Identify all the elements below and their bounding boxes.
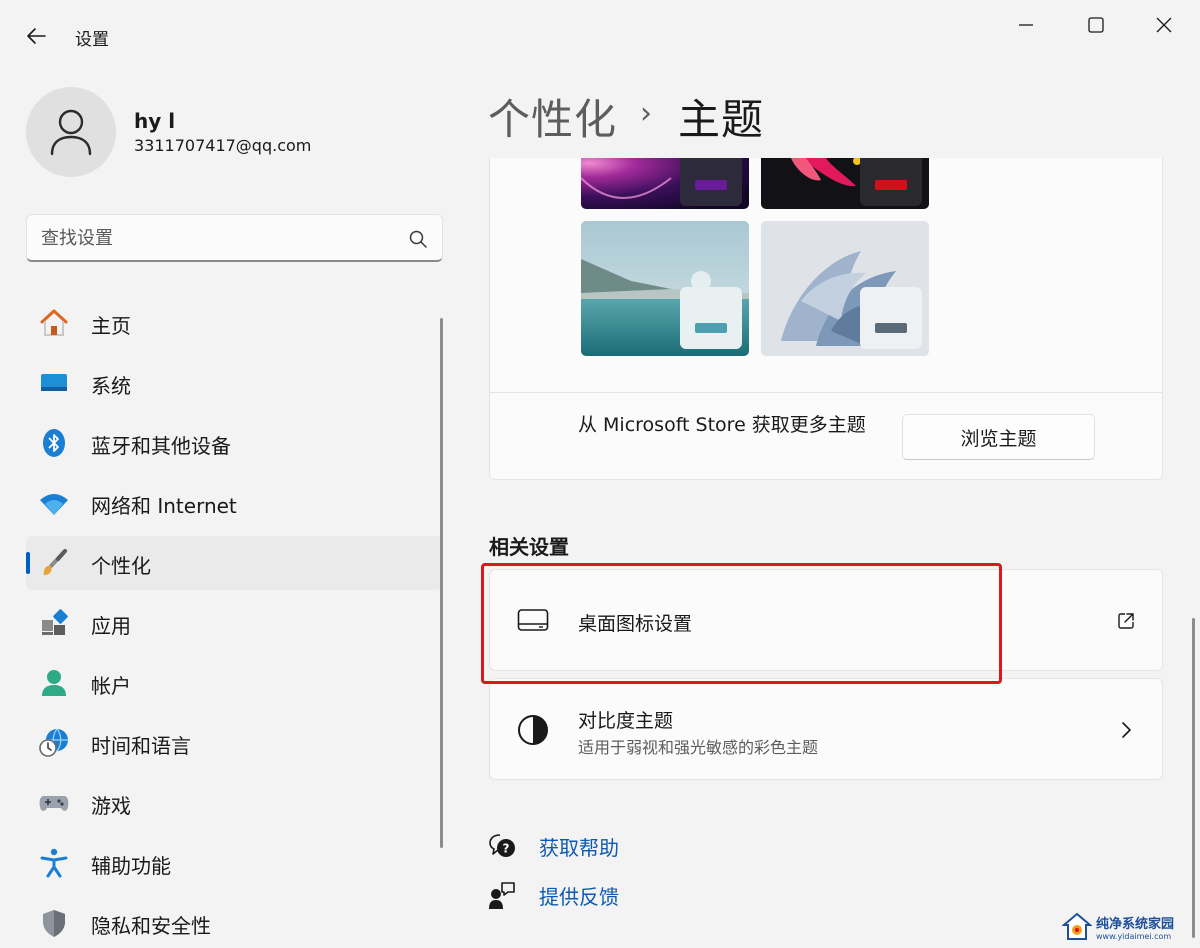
open-external-icon	[1114, 609, 1138, 633]
sidebar-item-label: 时间和语言	[91, 734, 191, 758]
accent-color-bar	[695, 323, 727, 333]
sidebar-item-label: 隐私和安全性	[91, 914, 211, 938]
svg-text:?: ?	[503, 842, 510, 856]
apps-icon	[38, 607, 70, 639]
get-help-row[interactable]: ? 获取帮助	[487, 830, 687, 862]
accent-color-bar	[695, 180, 727, 190]
get-help-link[interactable]: 获取帮助	[539, 832, 619, 861]
divider	[490, 392, 1162, 393]
back-button[interactable]	[14, 18, 58, 54]
theme-color-swatch	[860, 158, 922, 206]
bluetooth-icon	[38, 427, 70, 459]
theme-color-swatch	[860, 287, 922, 349]
user-name: hy l	[134, 109, 176, 133]
sidebar-scrollbar[interactable]	[440, 318, 443, 848]
user-email: 3311707417@qq.com	[134, 136, 312, 155]
sidebar-item-personalization[interactable]: 个性化	[26, 536, 442, 590]
feedback-link[interactable]: 提供反馈	[539, 881, 619, 910]
app-title: 设置	[75, 30, 109, 50]
contrast-themes-card[interactable]: 对比度主题 适用于弱视和强光敏感的彩色主题	[489, 678, 1163, 780]
search-input[interactable]	[41, 225, 381, 251]
watermark: 纯净系统家园 www.yidaimei.com	[1062, 910, 1196, 944]
sidebar-item-gaming[interactable]: 游戏	[26, 776, 442, 830]
minimize-icon	[1019, 24, 1033, 26]
sidebar-item-time-language[interactable]: 时间和语言	[26, 716, 442, 770]
content-scrollbar[interactable]	[1192, 618, 1195, 938]
accent-color-bar	[875, 180, 907, 190]
sidebar-item-bluetooth[interactable]: 蓝牙和其他设备	[26, 416, 442, 470]
arrow-left-icon	[27, 28, 46, 44]
home-icon	[38, 307, 70, 339]
maximize-icon	[1088, 17, 1104, 33]
maximize-button[interactable]	[1062, 4, 1130, 46]
minimize-button[interactable]	[992, 4, 1060, 46]
sidebar-item-system[interactable]: 系统	[26, 356, 442, 410]
sidebar-item-apps[interactable]: 应用	[26, 596, 442, 650]
sidebar-item-network[interactable]: 网络和 Internet	[26, 476, 442, 530]
sidebar-item-accounts[interactable]: 帐户	[26, 656, 442, 710]
sidebar-item-label: 个性化	[91, 554, 151, 578]
theme-color-swatch	[680, 158, 742, 206]
sidebar-item-label: 网络和 Internet	[91, 494, 237, 518]
gamepad-icon	[38, 787, 70, 819]
watermark-logo-icon	[1062, 912, 1092, 940]
wifi-icon	[38, 487, 70, 519]
close-icon	[1156, 17, 1172, 33]
person-icon	[50, 109, 92, 156]
watermark-url: www.yidaimei.com	[1096, 932, 1172, 941]
search-box[interactable]	[26, 214, 443, 262]
desktop-icon-settings-card[interactable]: 桌面图标设置	[489, 569, 1163, 671]
accent-color-bar	[875, 323, 907, 333]
sidebar-item-label: 帐户	[91, 674, 131, 698]
section-title: 相关设置	[489, 535, 569, 559]
sidebar-item-label: 主页	[91, 314, 131, 338]
monitor-icon	[516, 604, 550, 638]
contrast-icon	[516, 713, 550, 747]
person-icon	[38, 667, 70, 699]
sidebar-item-label: 游戏	[91, 794, 131, 818]
sidebar-item-privacy[interactable]: 隐私和安全性	[26, 896, 442, 948]
sidebar-item-label: 系统	[91, 374, 131, 398]
feedback-icon	[487, 880, 517, 910]
card-title: 桌面图标设置	[578, 613, 693, 635]
breadcrumb-parent[interactable]: 个性化	[488, 86, 617, 147]
paintbrush-icon	[38, 547, 70, 579]
card-subtitle: 适用于弱视和强光敏感的彩色主题	[578, 738, 819, 757]
avatar[interactable]	[26, 87, 116, 177]
browse-themes-button[interactable]: 浏览主题	[902, 414, 1095, 460]
display-icon	[38, 367, 70, 399]
theme-tile[interactable]	[581, 158, 749, 209]
store-prompt-text: 从 Microsoft Store 获取更多主题	[578, 414, 866, 436]
accessibility-icon	[38, 847, 70, 879]
theme-tile[interactable]	[761, 158, 929, 209]
theme-color-swatch	[680, 287, 742, 349]
page-title: 主题	[678, 95, 765, 144]
selection-indicator	[26, 552, 30, 574]
sidebar-item-accessibility[interactable]: 辅助功能	[26, 836, 442, 890]
sidebar-item-label: 辅助功能	[91, 854, 171, 878]
search-icon[interactable]	[408, 229, 428, 249]
close-button[interactable]	[1130, 4, 1198, 46]
theme-tile[interactable]	[761, 221, 929, 356]
clock-globe-icon	[38, 727, 70, 759]
sidebar-item-label: 蓝牙和其他设备	[91, 434, 231, 458]
card-title: 对比度主题	[578, 710, 674, 732]
sidebar-item-home[interactable]: 主页	[26, 296, 442, 350]
sidebar-item-label: 应用	[91, 614, 131, 638]
breadcrumb-separator: ›	[640, 96, 652, 131]
help-chat-icon: ?	[487, 831, 517, 861]
shield-icon	[38, 907, 70, 939]
chevron-right-icon	[1114, 718, 1138, 742]
feedback-row[interactable]: 提供反馈	[487, 879, 687, 911]
theme-tile[interactable]	[581, 221, 749, 356]
watermark-text: 纯净系统家园	[1096, 917, 1175, 932]
